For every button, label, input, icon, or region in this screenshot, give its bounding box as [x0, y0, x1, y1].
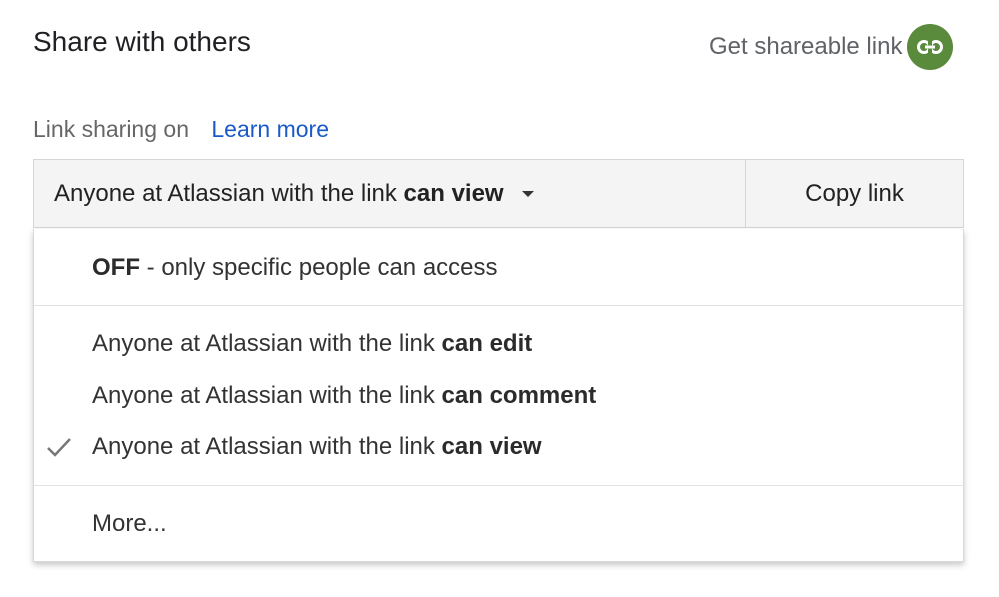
menu-item-label: Anyone at Atlassian with the link can co… — [92, 382, 597, 409]
menu-divider — [34, 485, 963, 486]
learn-more-link[interactable]: Learn more — [211, 116, 329, 142]
menu-item-can-comment[interactable]: Anyone at Atlassian with the link can co… — [34, 373, 963, 419]
menu-item-label: Anyone at Atlassian with the link can ed… — [92, 330, 533, 357]
menu-item-can-view[interactable]: Anyone at Atlassian with the link can vi… — [34, 424, 963, 470]
dropdown-current-value: Anyone at Atlassian with the link can vi… — [54, 179, 504, 207]
menu-item-off[interactable]: OFF - only specific people can access — [34, 245, 963, 291]
link-sharing-row: Link sharing on Learn more — [33, 116, 329, 143]
menu-item-can-edit[interactable]: Anyone at Atlassian with the link can ed… — [34, 321, 963, 367]
link-control-bar: Anyone at Atlassian with the link can vi… — [33, 159, 964, 228]
link-icon[interactable] — [907, 24, 954, 70]
link-sharing-status: Link sharing on — [33, 116, 189, 142]
menu-item-label: OFF - only specific people can access — [92, 254, 498, 281]
copy-link-button[interactable]: Copy link — [746, 160, 963, 227]
menu-item-more[interactable]: More... — [34, 501, 963, 547]
checkmark-icon — [47, 438, 71, 457]
caret-down-icon[interactable] — [521, 190, 534, 197]
menu-divider — [34, 305, 963, 306]
link-icon-glyph — [917, 40, 944, 54]
menu-item-label: Anyone at Atlassian with the link can vi… — [92, 433, 542, 460]
get-shareable-link-label: Get shareable link — [709, 33, 903, 60]
dialog-title: Share with others — [33, 26, 251, 57]
get-shareable-link-button[interactable]: Get shareable link — [709, 24, 954, 70]
access-options-menu: OFF - only specific people can access An… — [33, 229, 964, 562]
link-access-dropdown[interactable]: Anyone at Atlassian with the link can vi… — [34, 160, 746, 227]
